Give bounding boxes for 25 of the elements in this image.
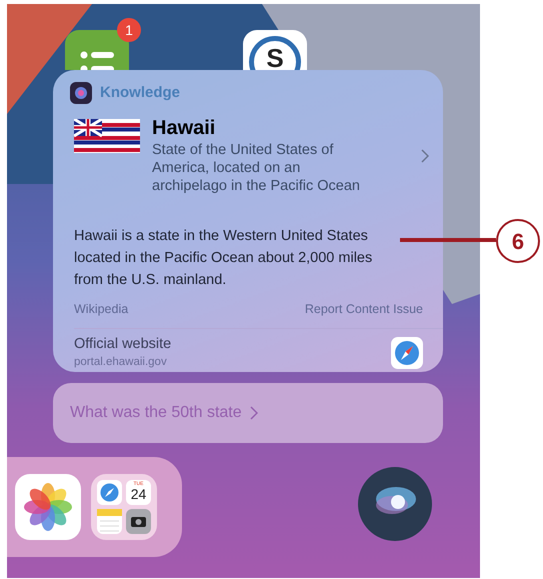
- letter-app-icon[interactable]: S: [243, 30, 307, 70]
- compass-icon: [97, 480, 122, 505]
- suggestion-text: What was the 50th state: [70, 403, 242, 423]
- siri-icon: [70, 82, 92, 104]
- flag-icon: [74, 118, 140, 152]
- result-subtitle: State of the United States of America, located on an archipelago in the Pacific Ocean: [152, 140, 361, 194]
- website-url: portal.ehawaii.gov: [74, 355, 168, 370]
- report-link[interactable]: Report Content Issue: [304, 300, 423, 318]
- website-label: Official website: [74, 335, 172, 354]
- chevron-icon: [421, 148, 429, 162]
- list-icon: [80, 50, 114, 70]
- notepad-icon: [97, 509, 122, 534]
- callout-number: 6: [496, 219, 540, 263]
- summary-paragraph: Hawaii is a state in the Western United States located in the Pacific Ocean about 2,000 miles from the U.S. mainland.: [74, 226, 374, 290]
- card-source: Knowledge: [100, 83, 180, 103]
- calendar-date: 24: [130, 487, 146, 501]
- compass-icon: [391, 337, 423, 370]
- siri-orb-icon[interactable]: [358, 467, 432, 541]
- flower-icon[interactable]: [15, 474, 81, 540]
- result-title: Hawaii: [152, 116, 216, 140]
- camera-icon: [126, 509, 151, 534]
- chevron-icon: [250, 406, 258, 420]
- attribution-link[interactable]: Wikipedia: [74, 300, 128, 318]
- website-row[interactable]: Official website portal.ehawaii.gov: [74, 335, 423, 372]
- hawaii-result[interactable]: Hawaii State of the United States of America, located on an archipelago in the Pacific Ocean: [74, 114, 429, 194]
